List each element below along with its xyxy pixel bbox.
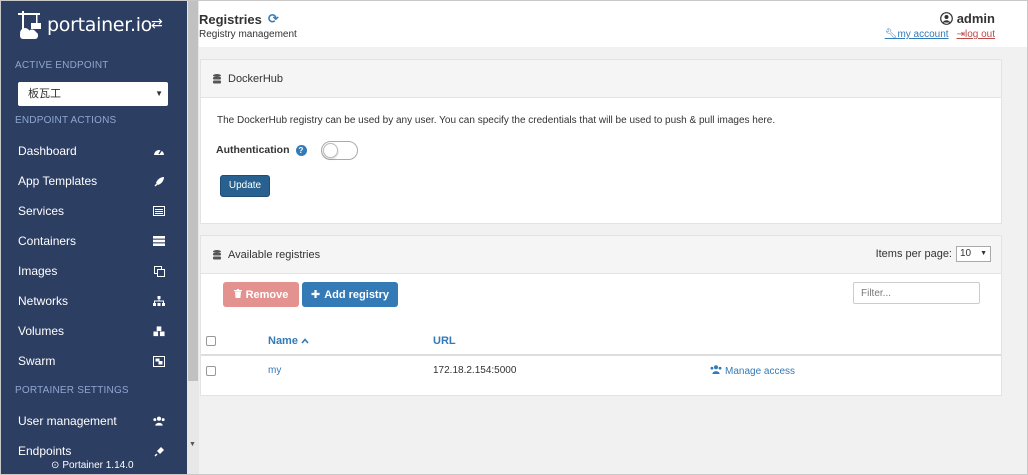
sidebar-item-dashboard[interactable]: Dashboard	[1, 136, 187, 166]
add-registry-button[interactable]: ✚ Add registry	[302, 282, 398, 307]
plus-icon: ✚	[310, 289, 321, 301]
sidebar-item-volumes[interactable]: Volumes	[1, 316, 187, 346]
cubes-icon	[153, 325, 165, 337]
sidebar-item-containers[interactable]: Containers	[1, 226, 187, 256]
dockerhub-description: The DockerHub registry can be used by an…	[217, 115, 776, 126]
url-column-header[interactable]: URL	[433, 335, 456, 347]
portainer-settings-heading: PORTAINER SETTINGS	[15, 385, 129, 396]
users-icon	[153, 415, 165, 427]
app-frame: portainer.io ⇄ ACTIVE ENDPOINT 板瓦工 ▼ END…	[0, 0, 1028, 475]
username: admin	[956, 11, 995, 26]
items-per-page: Items per page: 10 ▼	[876, 246, 991, 262]
brand-text: portainer.io	[47, 14, 153, 36]
plug-icon	[153, 445, 165, 457]
exchange-icon[interactable]: ⇄	[151, 15, 163, 32]
user-menu: admin	[939, 11, 995, 26]
registries-panel-title: Available registries	[228, 248, 321, 261]
items-per-page-label: Items per page:	[875, 248, 952, 260]
version-label: ⊙ Portainer 1.14.0	[51, 460, 134, 471]
settings-nav: User management Endpoints	[1, 406, 187, 466]
object-group-icon	[153, 355, 165, 367]
sidebar-item-label: Dashboard	[18, 144, 77, 158]
clone-icon	[153, 265, 165, 277]
dockerhub-panel-title: DockerHub	[228, 72, 284, 85]
wrench-icon: 🔧︎	[884, 29, 898, 40]
endpoint-select-value: 板瓦工	[28, 88, 61, 100]
server-icon	[153, 235, 165, 247]
update-button[interactable]: Update	[220, 175, 270, 197]
trash-icon	[233, 288, 242, 301]
sidebar-item-label: Services	[18, 204, 65, 218]
registries-panel: Available registries Items per page: 10 …	[200, 235, 1002, 396]
endpoint-select[interactable]: 板瓦工 ▼	[18, 82, 168, 106]
sidebar-item-swarm[interactable]: Swarm	[1, 346, 187, 376]
sidebar-item-label: Images	[18, 264, 58, 278]
database-icon	[213, 249, 221, 259]
items-per-page-select[interactable]: 10 ▼	[956, 246, 991, 262]
page-title: Registries ⟳	[199, 11, 279, 27]
dockerhub-panel-header: DockerHub	[201, 60, 1001, 98]
github-icon: ⊙	[51, 460, 60, 471]
active-endpoint-heading: ACTIVE ENDPOINT	[15, 60, 109, 71]
registry-url: 172.18.2.154:5000	[433, 365, 517, 376]
list-alt-icon	[153, 205, 165, 217]
manage-access-link[interactable]: Manage access	[710, 365, 795, 377]
select-all-checkbox[interactable]	[206, 336, 216, 346]
user-links: 🔧︎my account ⇥log out	[885, 29, 995, 40]
page-subtitle: Registry management	[199, 29, 297, 40]
scroll-down-arrow-icon[interactable]: ▼	[189, 441, 196, 448]
authentication-toggle[interactable]	[321, 141, 358, 160]
registry-name-link[interactable]: my	[268, 365, 281, 376]
name-column-header[interactable]: Name	[268, 335, 309, 347]
sidebar-item-services[interactable]: Services	[1, 196, 187, 226]
table-header: Name URL	[201, 327, 1001, 356]
dockerhub-panel: DockerHub The DockerHub registry can be …	[200, 59, 1002, 224]
sidebar-item-label: User management	[18, 414, 117, 428]
question-circle-icon[interactable]: ?	[295, 144, 307, 156]
sidebar-item-label: Volumes	[18, 324, 65, 338]
sidebar-item-label: Swarm	[18, 354, 56, 368]
tachometer-icon	[153, 145, 165, 157]
my-account-link[interactable]: 🔧︎my account	[885, 29, 949, 40]
row-checkbox[interactable]	[206, 366, 216, 376]
portainer-crane-icon	[18, 11, 41, 39]
log-out-link[interactable]: ⇥log out	[957, 29, 995, 40]
sidebar-item-label: App Templates	[18, 174, 98, 188]
sidebar-item-images[interactable]: Images	[1, 256, 187, 286]
sidebar-item-label: Networks	[18, 294, 69, 308]
refresh-icon[interactable]: ⟳	[268, 11, 279, 27]
sidebar-scrollbar[interactable]: ▼	[187, 1, 199, 474]
sidebar-item-networks[interactable]: Networks	[1, 286, 187, 316]
table-row: my 172.18.2.154:5000 Manage access	[201, 357, 1001, 385]
sidebar-item-app-templates[interactable]: App Templates	[1, 166, 187, 196]
sidebar-item-label: Endpoints	[18, 444, 72, 458]
user-circle-icon	[939, 12, 953, 25]
scrollbar-thumb[interactable]	[188, 1, 198, 381]
top-bar: Registries ⟳ Registry management admin 🔧…	[199, 1, 1027, 47]
rocket-icon	[153, 175, 165, 187]
sidebar: portainer.io ⇄ ACTIVE ENDPOINT 板瓦工 ▼ END…	[1, 1, 187, 474]
toggle-knob	[323, 143, 338, 158]
sitemap-icon	[153, 295, 165, 307]
endpoint-actions-heading: ENDPOINT ACTIONS	[15, 115, 117, 126]
main-content: Registries ⟳ Registry management admin 🔧…	[199, 1, 1027, 474]
database-icon	[213, 73, 221, 83]
authentication-label: Authentication ?	[216, 144, 307, 156]
users-icon	[710, 365, 722, 377]
endpoint-nav: Dashboard App Templates Services Contain…	[1, 136, 187, 376]
caret-down-icon: ▼	[155, 89, 163, 98]
portainer-logo: portainer.io	[17, 10, 152, 40]
remove-button[interactable]: Remove	[223, 282, 299, 307]
sign-out-icon: ⇥	[956, 29, 965, 40]
caret-down-icon: ▼	[980, 250, 987, 257]
sidebar-item-user-management[interactable]: User management	[1, 406, 187, 436]
sort-up-icon	[301, 335, 309, 347]
filter-input[interactable]	[853, 282, 980, 304]
sidebar-item-label: Containers	[18, 234, 77, 248]
